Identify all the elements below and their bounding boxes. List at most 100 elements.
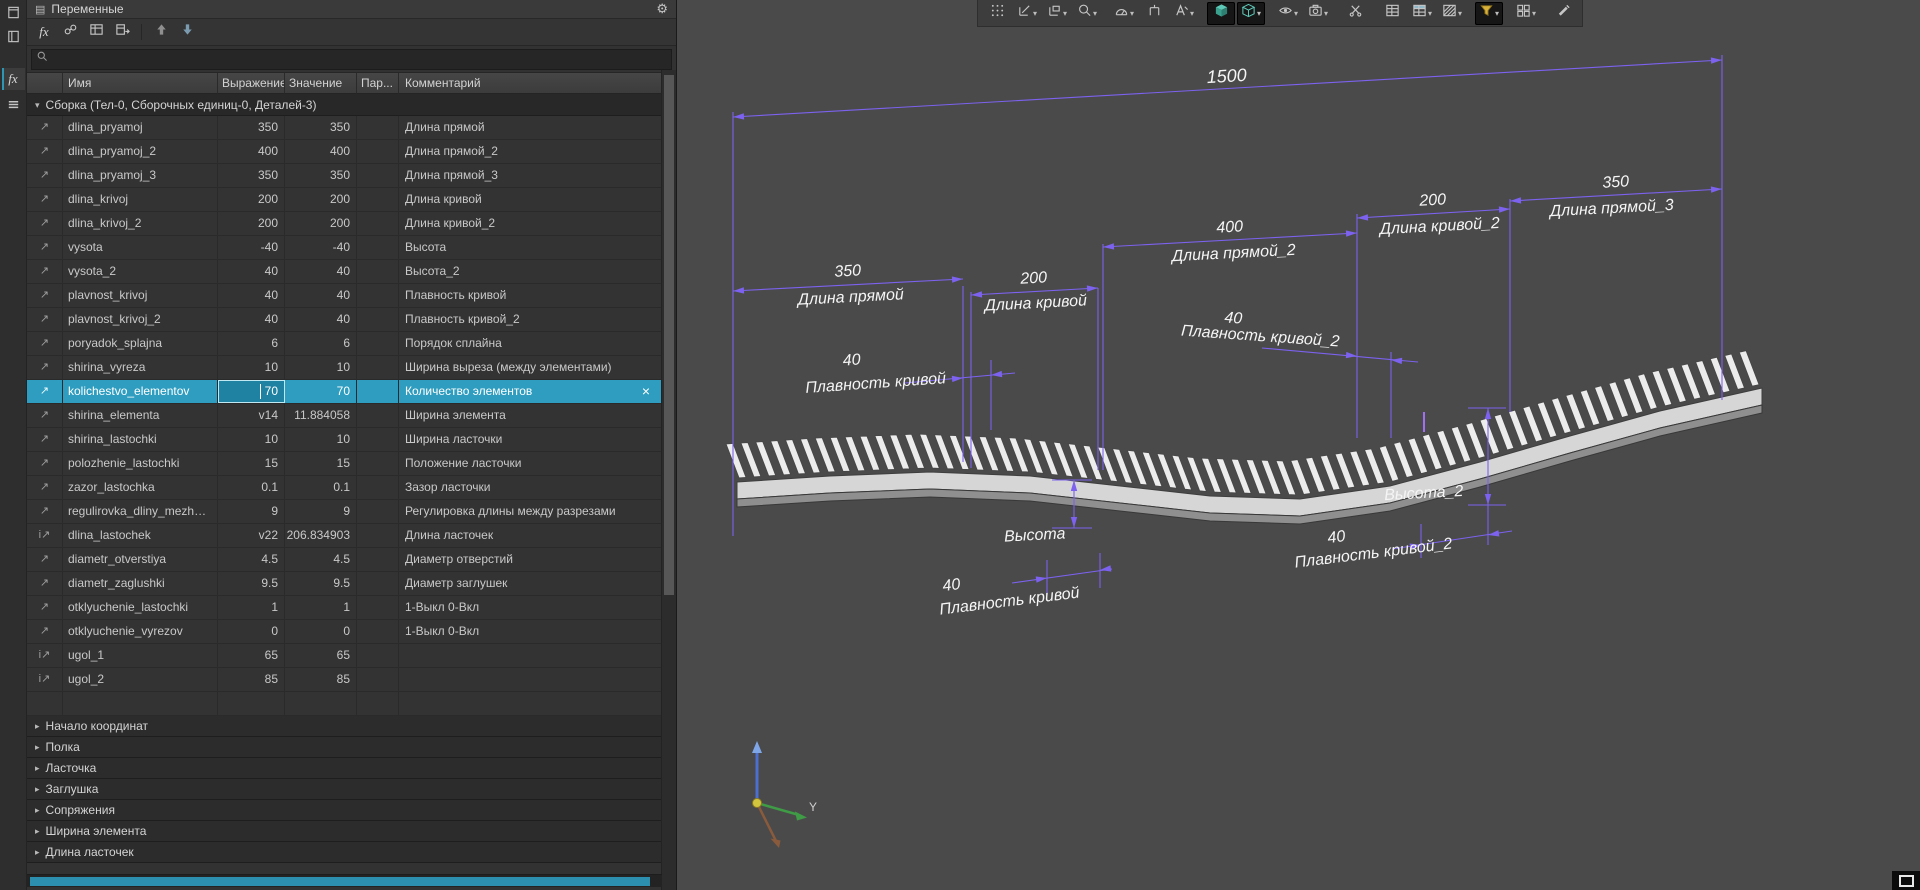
cell-parameter[interactable]: [357, 380, 399, 403]
cell-comment[interactable]: Длина прямой: [399, 116, 662, 139]
cell-parameter[interactable]: [357, 236, 399, 259]
cell-comment[interactable]: 1-Выкл 0-Вкл: [399, 620, 662, 643]
search-input[interactable]: [53, 51, 671, 67]
chevron-down-icon[interactable]: ▾: [1093, 9, 1097, 18]
cell-expression[interactable]: 70: [218, 380, 285, 403]
cell-parameter[interactable]: [357, 476, 399, 499]
cell-value[interactable]: 9.5: [285, 572, 357, 595]
column-header-comment[interactable]: Комментарий: [399, 73, 662, 94]
shade-cube-button[interactable]: [1207, 2, 1235, 25]
row-variable-icon[interactable]: ↗: [27, 356, 63, 379]
cell-parameter[interactable]: [357, 332, 399, 355]
cell-value[interactable]: 15: [285, 452, 357, 475]
table-row[interactable]: ↗regulirovka_dliny_mezh…99Регулировка дл…: [27, 500, 662, 524]
table-row[interactable]: ↗vysota_24040Высота_2: [27, 260, 662, 284]
cell-comment[interactable]: Плавность кривой: [399, 284, 662, 307]
cell-name[interactable]: regulirovka_dliny_mezh…: [63, 500, 218, 523]
group-header[interactable]: ▸Сопряжения: [27, 800, 662, 821]
cell-parameter[interactable]: [357, 596, 399, 619]
chevron-down-icon[interactable]: ▾: [1294, 9, 1298, 18]
cell-comment[interactable]: Положение ласточки: [399, 452, 662, 475]
cell-comment[interactable]: [399, 692, 662, 715]
viewport-3d[interactable]: 1500 350 Длина прямой 200 Длина кривой 4…: [677, 0, 1920, 890]
column-header-parameter[interactable]: Пар...: [357, 73, 399, 94]
cell-name[interactable]: dlina_lastochek: [63, 524, 218, 547]
cell-value[interactable]: 200: [285, 188, 357, 211]
dim-straight2-label[interactable]: Длина прямой_2: [1169, 242, 1296, 266]
table-row[interactable]: ↗dlina_krivoj_2200200Длина кривой_2: [27, 212, 662, 236]
cell-comment[interactable]: Длина прямой_2: [399, 140, 662, 163]
cell-value[interactable]: 400: [285, 140, 357, 163]
row-variable-icon[interactable]: ↗: [27, 236, 63, 259]
cell-parameter[interactable]: [357, 284, 399, 307]
cell-value[interactable]: 65: [285, 644, 357, 667]
cell-value[interactable]: 85: [285, 668, 357, 691]
tray-input-indicator[interactable]: [1892, 871, 1920, 890]
chevron-down-icon[interactable]: ▾: [1428, 9, 1432, 18]
cell-parameter[interactable]: [357, 572, 399, 595]
export-table-button[interactable]: [111, 21, 133, 43]
camera-button[interactable]: ▾: [1304, 2, 1332, 25]
dim-straight1-value[interactable]: 350: [834, 262, 862, 280]
horizontal-scrollbar[interactable]: [27, 874, 662, 887]
grid-table-2-button[interactable]: ▾: [1408, 2, 1436, 25]
row-variable-icon[interactable]: ↗: [27, 428, 63, 451]
cell-name[interactable]: shirina_lastochki: [63, 428, 218, 451]
cell-parameter[interactable]: [357, 356, 399, 379]
row-variable-icon[interactable]: ↗: [27, 332, 63, 355]
cell-comment[interactable]: Высота: [399, 236, 662, 259]
workplane-2-button[interactable]: ▾: [1043, 2, 1071, 25]
row-variable-icon[interactable]: [27, 692, 63, 715]
table-row[interactable]: ↗dlina_pryamoj_2400400Длина прямой_2: [27, 140, 662, 164]
cell-comment[interactable]: Длина прямой_3: [399, 164, 662, 187]
row-variable-icon[interactable]: ↗: [27, 116, 63, 139]
cell-comment[interactable]: Ширина ласточки: [399, 428, 662, 451]
row-variable-icon[interactable]: i↗: [27, 524, 63, 547]
cell-comment[interactable]: Высота_2: [399, 260, 662, 283]
move-down-button[interactable]: [176, 21, 198, 43]
cell-comment[interactable]: Длина кривой: [399, 188, 662, 211]
filter-funnel-button[interactable]: ▾: [1475, 2, 1503, 25]
doc-panel-2-tab[interactable]: [2, 28, 25, 50]
table-row[interactable]: ↗diametr_zaglushki9.59.5Диаметр заглушек: [27, 572, 662, 596]
row-variable-icon[interactable]: i↗: [27, 668, 63, 691]
table-row[interactable]: ↗polozhenie_lastochki1515Положение ласто…: [27, 452, 662, 476]
cell-value[interactable]: 10: [285, 428, 357, 451]
row-variable-icon[interactable]: ↗: [27, 620, 63, 643]
cell-expression[interactable]: 1: [218, 596, 285, 619]
cell-name[interactable]: vysota: [63, 236, 218, 259]
row-variable-icon[interactable]: ↗: [27, 260, 63, 283]
variables-table-button[interactable]: [85, 21, 107, 43]
cell-name[interactable]: dlina_krivoj: [63, 188, 218, 211]
cell-name[interactable]: diametr_otverstiya: [63, 548, 218, 571]
cell-comment[interactable]: 1-Выкл 0-Вкл: [399, 596, 662, 619]
cell-comment[interactable]: Количество элементов×: [399, 380, 662, 403]
wire-cube-button[interactable]: ▾: [1237, 2, 1265, 25]
group-header[interactable]: ▸Полка: [27, 737, 662, 758]
cell-name[interactable]: vysota_2: [63, 260, 218, 283]
vertical-scrollbar-thumb[interactable]: [664, 75, 674, 595]
column-header-expression[interactable]: Выражение: [218, 73, 285, 94]
annotation-button[interactable]: ▾: [1170, 2, 1198, 25]
cell-comment[interactable]: Регулировка длины между разрезами: [399, 500, 662, 523]
row-variable-icon[interactable]: ↗: [27, 188, 63, 211]
dimension-labels[interactable]: 1500 350 Длина прямой 200 Длина кривой 4…: [795, 65, 1674, 619]
cell-comment[interactable]: Ширина выреза (между элементами): [399, 356, 662, 379]
horizontal-scrollbar-thumb[interactable]: [30, 877, 650, 886]
cell-value[interactable]: 40: [285, 284, 357, 307]
table-row[interactable]: ↗shirina_elementav1411.884058Ширина элем…: [27, 404, 662, 428]
table-row[interactable]: ↗dlina_krivoj200200Длина кривой: [27, 188, 662, 212]
dim-curve1-value[interactable]: 200: [1019, 269, 1048, 287]
snap-grid-button[interactable]: [983, 2, 1011, 25]
cell-expression[interactable]: 200: [218, 188, 285, 211]
row-variable-icon[interactable]: ↗: [27, 284, 63, 307]
dim-smooth1-top-label[interactable]: Плавность кривой: [805, 370, 947, 397]
chevron-down-icon[interactable]: ▾: [1130, 9, 1134, 18]
cell-value[interactable]: 40: [285, 260, 357, 283]
table-row[interactable]: ↗kolichestvo_elementov7070Количество эле…: [27, 380, 662, 404]
table-row[interactable]: ↗diametr_otverstiya4.54.5Диаметр отверст…: [27, 548, 662, 572]
cell-name[interactable]: otklyuchenie_vyrezov: [63, 620, 218, 643]
cell-comment[interactable]: Зазор ласточки: [399, 476, 662, 499]
cell-value[interactable]: 200: [285, 212, 357, 235]
cell-parameter[interactable]: [357, 212, 399, 235]
